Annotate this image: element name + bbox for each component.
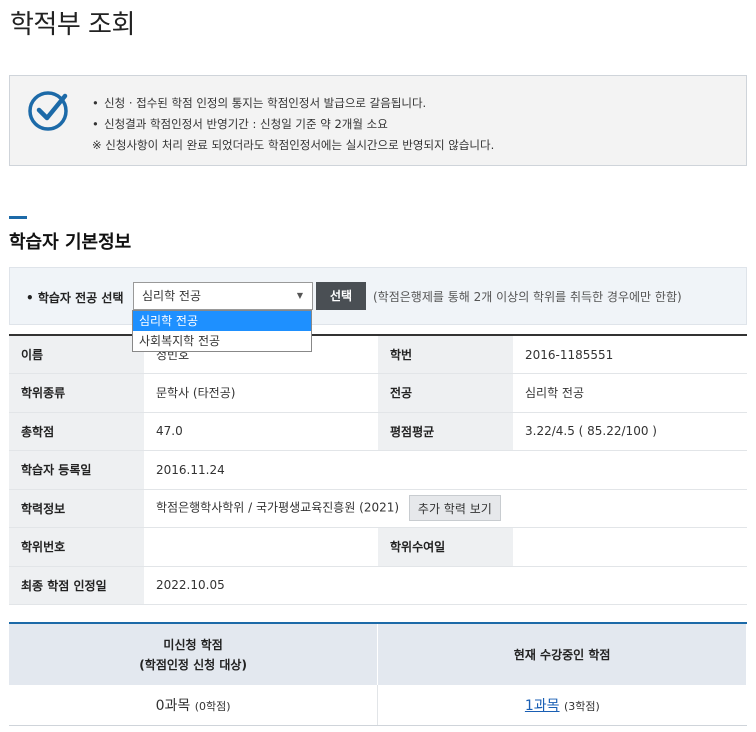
- current-credits-cell: 1과목 (3학점): [377, 685, 747, 726]
- degree-date-value: [513, 527, 747, 567]
- degree-no-label: 학위번호: [9, 527, 144, 567]
- select-button[interactable]: 선택: [316, 282, 366, 310]
- final-date-label: 최종 학점 인정일: [9, 566, 144, 605]
- table-row: 학위종류 문학사 (타전공) 전공 심리학 전공: [9, 373, 747, 413]
- notice-list: • 신청 · 접수된 학점 인정의 통지는 학점인정서 발급으로 갈음됩니다. •…: [92, 93, 494, 156]
- total-credits-label: 총학점: [9, 412, 144, 451]
- table-row: 총학점 47.0 평점평균 3.22/4.5 ( 85.22/100 ): [9, 412, 747, 451]
- check-circle-icon: [28, 91, 68, 131]
- table-row: 최종 학점 인정일 2022.10.05: [9, 566, 747, 605]
- major-label: 전공: [378, 373, 513, 413]
- current-courses-link[interactable]: 1과목: [525, 698, 560, 714]
- page-title: 학적부 조회: [10, 10, 135, 40]
- notice-item: • 신청결과 학점인정서 반영기간 : 신청일 기준 약 2개월 소요: [92, 117, 388, 131]
- unapplied-count: 0과목: [155, 697, 191, 714]
- dropdown-option-psychology[interactable]: 심리학 전공: [133, 311, 311, 331]
- unapplied-header-line2: (학점인정 신청 대상): [139, 657, 247, 672]
- unapplied-credit-sub: (0학점): [194, 699, 231, 713]
- major-select[interactable]: 심리학 전공 ▼: [133, 282, 313, 310]
- major-select-label: • 학습자 전공 선택: [26, 291, 124, 305]
- learner-info-table: 이름 정빈호 학번 2016-1185551 학위종류 문학사 (타전공) 전공…: [9, 334, 747, 605]
- table-row: 학력정보 학점은행학사학위 / 국가평생교육진흥원 (2021) 추가 학력 보…: [9, 489, 747, 528]
- major-value: 심리학 전공: [513, 373, 747, 413]
- degree-no-value: [144, 527, 378, 567]
- more-education-button[interactable]: 추가 학력 보기: [408, 495, 501, 522]
- degree-type-value: 문학사 (타전공): [144, 373, 378, 413]
- degree-type-label: 학위종류: [9, 373, 144, 413]
- edu-label: 학력정보: [9, 489, 144, 528]
- edu-cell: 학점은행학사학위 / 국가평생교육진흥원 (2021) 추가 학력 보기: [144, 489, 747, 528]
- credit-summary-table: 미신청 학점 (학점인정 신청 대상) 현재 수강중인 학점 0과목 (0학점)…: [9, 622, 747, 726]
- gpa-label: 평점평균: [378, 412, 513, 451]
- section-accent-bar: [9, 216, 27, 219]
- degree-date-label: 학위수여일: [378, 527, 513, 567]
- gpa-value: 3.22/4.5 ( 85.22/100 ): [513, 412, 747, 451]
- reg-date-value: 2016.11.24: [144, 450, 747, 490]
- table-row: 학습자 등록일 2016.11.24: [9, 450, 747, 490]
- unapplied-credits-cell: 0과목 (0학점): [9, 685, 378, 726]
- student-no-label: 학번: [378, 335, 513, 374]
- major-select-value: 심리학 전공: [142, 289, 202, 303]
- current-credit-sub: (3학점): [564, 699, 600, 713]
- notice-warning: ※ 신청사항이 처리 완료 되었더라도 학점인정서에는 실시간으로 반영되지 않…: [92, 138, 495, 152]
- student-no-value: 2016-1185551: [513, 335, 747, 374]
- major-select-note: (학점은행제를 통해 2개 이상의 학위를 취득한 경우에만 한함): [373, 290, 682, 304]
- table-row: 이름 정빈호 학번 2016-1185551: [9, 335, 747, 374]
- notice-box: • 신청 · 접수된 학점 인정의 통지는 학점인정서 발급으로 갈음됩니다. •…: [9, 75, 747, 166]
- notice-item: • 신청 · 접수된 학점 인정의 통지는 학점인정서 발급으로 갈음됩니다.: [92, 96, 427, 110]
- dropdown-option-social-welfare[interactable]: 사회복지학 전공: [133, 331, 311, 351]
- current-credits-header: 현재 수강중인 학점: [377, 623, 747, 685]
- major-dropdown-list: 심리학 전공 사회복지학 전공: [132, 310, 312, 352]
- total-credits-value: 47.0: [144, 412, 378, 451]
- unapplied-header-line1: 미신청 학점: [163, 637, 223, 652]
- name-label: 이름: [9, 335, 144, 374]
- table-row: 0과목 (0학점) 1과목 (3학점): [9, 685, 747, 726]
- unapplied-credits-header: 미신청 학점 (학점인정 신청 대상): [9, 623, 379, 685]
- reg-date-label: 학습자 등록일: [9, 450, 144, 490]
- major-select-panel: • 학습자 전공 선택 심리학 전공 ▼ 선택 (학점은행제를 통해 2개 이상…: [9, 267, 747, 325]
- chevron-down-icon: ▼: [296, 291, 303, 300]
- table-header-row: 미신청 학점 (학점인정 신청 대상) 현재 수강중인 학점: [9, 623, 747, 685]
- final-date-value: 2022.10.05: [144, 566, 747, 605]
- edu-value: 학점은행학사학위 / 국가평생교육진흥원 (2021): [156, 500, 400, 515]
- table-row: 학위번호 학위수여일: [9, 527, 747, 567]
- section-title: 학습자 기본정보: [9, 232, 132, 253]
